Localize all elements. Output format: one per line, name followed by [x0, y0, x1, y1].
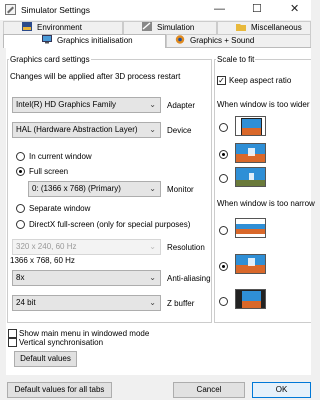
chevron-down-icon: ⌄	[149, 125, 156, 134]
adapter-value: Intel(R) HD Graphics Family	[16, 100, 117, 109]
cancel-button[interactable]: Cancel	[173, 382, 245, 398]
resolution-value: 320 x 240, 60 Hz	[16, 242, 77, 251]
wider-option-2-thumbnail	[235, 143, 266, 163]
zbuffer-label: Z buffer	[167, 299, 195, 308]
monitor-select[interactable]: 0: (1366 x 768) (Primary) ⌄	[28, 181, 161, 197]
radio-separate-window-label: Separate window	[29, 204, 91, 213]
wider-label: When window is too wider	[217, 100, 310, 109]
environment-tab-icon	[22, 22, 32, 31]
tab-miscellaneous-label: Miscellaneous	[251, 23, 302, 32]
radio-narrower-option-2[interactable]	[219, 262, 228, 271]
show-main-menu-checkbox[interactable]	[8, 329, 17, 338]
default-values-button[interactable]: Default values	[14, 351, 77, 367]
chevron-down-icon: ⌄	[149, 298, 156, 307]
folder-icon	[236, 24, 246, 31]
anti-aliasing-label: Anti-aliasing	[167, 274, 211, 283]
radio-wider-option-1[interactable]	[219, 123, 228, 132]
radio-wider-option-3[interactable]	[219, 174, 228, 183]
adapter-select[interactable]: Intel(R) HD Graphics Family ⌄	[12, 97, 161, 113]
wider-option-3-thumbnail	[235, 167, 266, 187]
radio-wider-option-2[interactable]	[219, 150, 228, 159]
radio-current-window-label: In current window	[29, 152, 92, 161]
restart-note: Changes will be applied after 3D process…	[10, 72, 181, 81]
maximize-button[interactable]: ☐	[252, 3, 262, 15]
radio-separate-window[interactable]	[16, 204, 25, 213]
tab-miscellaneous[interactable]: Miscellaneous	[217, 21, 311, 34]
chevron-down-icon: ⌄	[149, 100, 156, 109]
resolution-select[interactable]: 320 x 240, 60 Hz ⌄	[12, 239, 161, 255]
zbuffer-select[interactable]: 24 bit ⌄	[12, 295, 161, 311]
device-label: Device	[167, 126, 192, 135]
graphics-card-group-label: Graphics card settings	[9, 55, 91, 64]
narrower-option-3-thumbnail	[235, 289, 266, 309]
monitor-icon	[42, 35, 52, 44]
tab-row-1: Environment Simulation Miscellaneous	[3, 21, 311, 34]
tab-graphics-sound[interactable]: Graphics + Sound	[166, 34, 311, 47]
zbuffer-value: 24 bit	[16, 298, 36, 307]
tab-simulation[interactable]: Simulation	[123, 21, 217, 34]
minimize-button[interactable]: —	[214, 3, 225, 15]
chevron-down-icon: ⌄	[149, 184, 156, 193]
tab-graphics-initialisation[interactable]: Graphics initialisation	[3, 34, 166, 48]
device-select[interactable]: HAL (Hardware Abstraction Layer) ⌄	[12, 122, 161, 138]
narrower-label: When window is too narrow	[217, 199, 315, 208]
current-resolution: 1366 x 768, 60 Hz	[10, 256, 75, 265]
show-main-menu-label: Show main menu in windowed mode	[19, 329, 150, 338]
vertical-sync-checkbox[interactable]	[8, 338, 17, 347]
tab-graphics-sound-label: Graphics + Sound	[190, 36, 255, 45]
vertical-sync-label: Vertical synchronisation	[19, 338, 104, 347]
chevron-down-icon: ⌄	[149, 273, 156, 282]
adapter-label: Adapter	[167, 101, 196, 110]
tab-graphics-initialisation-label: Graphics initialisation	[57, 36, 133, 45]
tab-simulation-label: Simulation	[157, 23, 195, 32]
device-value: HAL (Hardware Abstraction Layer)	[16, 125, 138, 134]
keep-aspect-label: Keep aspect ratio	[229, 76, 292, 85]
radio-directx-fullscreen-label: DirectX full-screen (only for special pu…	[29, 220, 191, 229]
radio-current-window[interactable]	[16, 152, 25, 161]
anti-aliasing-select[interactable]: 8x ⌄	[12, 270, 161, 286]
radio-full-screen-label: Full screen	[29, 167, 69, 176]
simulation-tab-icon	[142, 22, 152, 31]
default-values-all-tabs-button[interactable]: Default values for all tabs	[7, 382, 112, 398]
chevron-down-icon: ⌄	[149, 242, 156, 251]
wider-option-1-thumbnail	[235, 116, 266, 136]
close-button[interactable]: ✕	[290, 3, 299, 15]
narrower-option-1-thumbnail	[235, 218, 266, 238]
radio-narrower-option-1[interactable]	[219, 226, 228, 235]
scale-to-fit-group	[214, 59, 311, 323]
resolution-label: Resolution	[167, 243, 205, 252]
speaker-icon	[175, 35, 185, 44]
tab-row-2: Graphics initialisation Graphics + Sound	[3, 34, 311, 48]
anti-aliasing-value: 8x	[16, 273, 25, 282]
tab-panel: Graphics card settings Changes will be a…	[6, 47, 315, 375]
scale-to-fit-label: Scale to fit	[216, 55, 256, 64]
tab-environment-label: Environment	[37, 23, 82, 32]
monitor-value: 0: (1366 x 768) (Primary)	[32, 184, 121, 193]
ok-button[interactable]: OK	[252, 382, 311, 398]
radio-directx-fullscreen[interactable]	[16, 220, 25, 229]
tab-environment[interactable]: Environment	[3, 21, 123, 34]
monitor-label: Monitor	[167, 185, 194, 194]
keep-aspect-checkbox[interactable]: ✓	[217, 76, 226, 85]
narrower-option-2-thumbnail	[235, 254, 266, 274]
radio-full-screen[interactable]	[16, 167, 25, 176]
radio-narrower-option-3[interactable]	[219, 297, 228, 306]
window-title: Simulator Settings	[21, 5, 90, 15]
title-bar: Simulator Settings — ☐ ✕	[0, 0, 311, 20]
app-icon	[5, 4, 16, 15]
